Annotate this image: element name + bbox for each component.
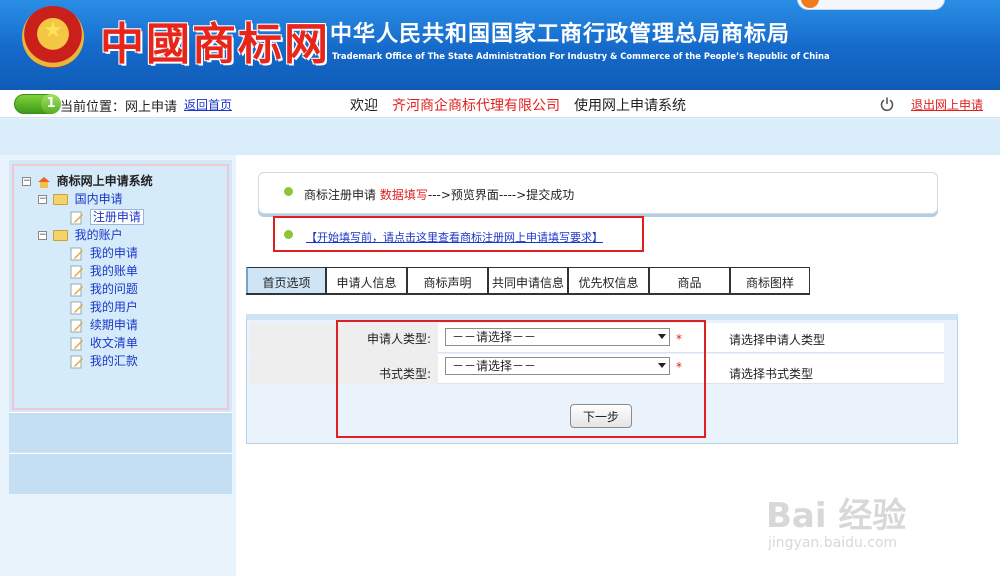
bullet-icon: [284, 230, 293, 239]
tab-underline: [246, 293, 810, 295]
book-type-hint: 请选择书式类型: [729, 367, 814, 381]
nav-tree: − 商标网上申请系统 − 国内申请 注册申请 − 我的账户 我的申请 我的账单 …: [12, 164, 229, 410]
site-logo: 中國商标网: [100, 19, 330, 70]
site-header: ★ 中國商标网 中华人民共和国国家工商行政管理总局商标局 Trademark O…: [0, 0, 1000, 90]
edit-page-icon: [70, 337, 83, 350]
current-location: 当前位置：网上申请: [60, 100, 178, 115]
system-text: 使用网上申请系统: [574, 98, 686, 114]
national-emblem-icon: ★: [22, 6, 84, 68]
folder-icon: [52, 194, 68, 205]
tree-item-renewal[interactable]: 续期申请: [22, 316, 227, 334]
edit-page-icon: [70, 247, 83, 260]
step-badge-icon: 1: [14, 94, 61, 114]
tab-joint-application[interactable]: 共同申请信息: [488, 267, 568, 294]
tree-item-remittance[interactable]: 我的汇款: [22, 352, 227, 370]
home-icon: [37, 176, 50, 188]
header-band: [0, 119, 1000, 155]
back-home-link[interactable]: 返回首页: [184, 96, 232, 113]
tree-item-my-bills[interactable]: 我的账单: [22, 262, 227, 280]
folder-icon: [52, 230, 68, 241]
applicant-type-hint: 请选择申请人类型: [729, 333, 826, 347]
tree-item-register[interactable]: 注册申请: [22, 208, 227, 226]
header-subtitle: Trademark Office of The State Administra…: [332, 51, 830, 61]
collapse-toggle-icon[interactable]: −: [38, 231, 47, 240]
sidebar: − 商标网上申请系统 − 国内申请 注册申请 − 我的账户 我的申请 我的账单 …: [9, 160, 232, 494]
sidebar-panel: [9, 453, 232, 494]
sidebar-panel: [9, 412, 232, 452]
tree-item-received-docs[interactable]: 收文清单: [22, 334, 227, 352]
tab-priority-info[interactable]: 优先权信息: [568, 267, 649, 294]
toolbar-logo-icon: [801, 0, 819, 8]
edit-page-icon: [70, 211, 83, 224]
tab-trademark-image[interactable]: 商标图样: [730, 267, 810, 294]
header-toolbar-widget[interactable]: [797, 0, 945, 10]
tab-goods[interactable]: 商品: [649, 267, 730, 294]
filing-requirements-link[interactable]: 【开始填写前，请点击这里查看商标注册网上申请填写要求】: [306, 229, 603, 245]
edit-page-icon: [70, 319, 83, 332]
collapse-toggle-icon[interactable]: −: [22, 177, 31, 186]
tree-root[interactable]: − 商标网上申请系统: [22, 172, 227, 190]
edit-page-icon: [70, 301, 83, 314]
form-highlight: [336, 320, 706, 438]
logout-link[interactable]: 退出网上申请: [911, 96, 983, 113]
power-icon[interactable]: [879, 96, 895, 112]
tree-item-my-applications[interactable]: 我的申请: [22, 244, 227, 262]
tree-item-my-questions[interactable]: 我的问题: [22, 280, 227, 298]
tree-root-label: 商标网上申请系统: [56, 174, 153, 188]
edit-page-icon: [70, 355, 83, 368]
tree-item-my-users[interactable]: 我的用户: [22, 298, 227, 316]
watermark-url: jingyan.baidu.com: [768, 535, 898, 551]
header-title: 中华人民共和国国家工商行政管理总局商标局: [330, 22, 791, 47]
tab-trademark-statement[interactable]: 商标声明: [407, 267, 488, 294]
tree-node-account[interactable]: − 我的账户: [22, 226, 227, 244]
edit-page-icon: [70, 283, 83, 296]
status-bar: 1 当前位置：网上申请 返回首页 欢迎 齐河商企商标代理有限公司 使用网上申请系…: [0, 90, 1000, 118]
progress-steps: 商标注册申请 数据填写--->预览界面---->提交成功: [304, 188, 575, 202]
tab-applicant-info[interactable]: 申请人信息: [326, 267, 407, 294]
edit-page-icon: [70, 265, 83, 278]
welcome-text: 欢迎: [350, 98, 378, 114]
tree-node-domestic[interactable]: − 国内申请: [22, 190, 227, 208]
bullet-icon: [284, 187, 293, 196]
collapse-toggle-icon[interactable]: −: [38, 195, 47, 204]
baidu-watermark: Bai 经验: [766, 496, 907, 536]
company-name: 齐河商企商标代理有限公司: [392, 98, 560, 114]
tab-home-options[interactable]: 首页选项: [246, 267, 326, 294]
